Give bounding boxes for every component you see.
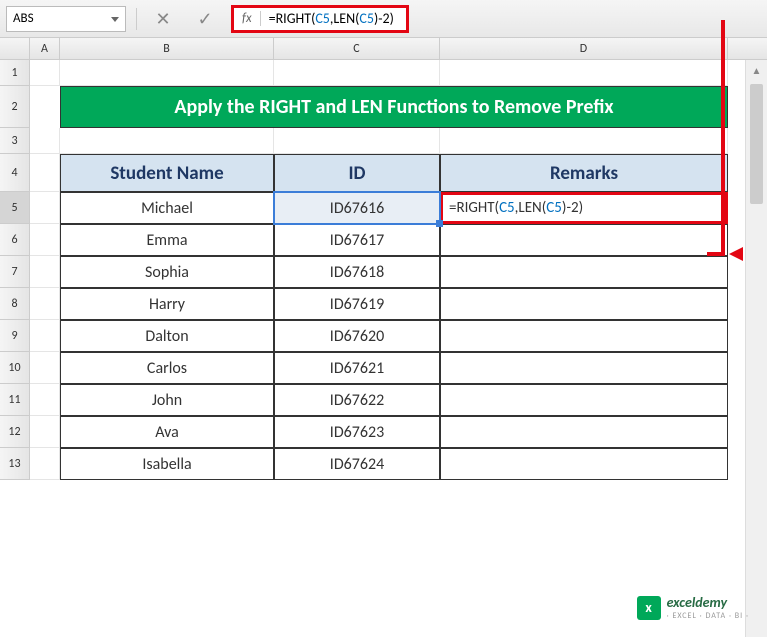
watermark-logo-icon: x — [637, 596, 661, 620]
cell-c1[interactable] — [274, 60, 440, 86]
toolbar-divider — [136, 8, 137, 30]
cell-a8[interactable] — [30, 288, 60, 320]
cell-b5[interactable]: Michael — [60, 192, 274, 224]
cell-b7[interactable]: Sophia — [60, 256, 274, 288]
cell-d13[interactable] — [440, 448, 728, 480]
row-header-8[interactable]: 8 — [0, 288, 30, 320]
cell-c5[interactable]: ID67616 — [274, 192, 440, 224]
cell-b11[interactable]: John — [60, 384, 274, 416]
callout-arrow-horizontal — [707, 252, 725, 256]
row-header-12[interactable]: 12 — [0, 416, 30, 448]
title-banner: Apply the RIGHT and LEN Functions to Rem… — [60, 86, 728, 128]
cell-d5-formula[interactable]: =RIGHT(C5,LEN(C5)-2) — [440, 192, 728, 224]
watermark: x exceldemy · EXCEL · DATA · BI · — [637, 594, 749, 621]
cell-c12[interactable]: ID67623 — [274, 416, 440, 448]
cell-c3[interactable] — [274, 128, 440, 154]
cell-a1[interactable] — [30, 60, 60, 86]
cell-a4[interactable] — [30, 154, 60, 192]
col-header-b[interactable]: B — [60, 38, 274, 59]
row-header-1[interactable]: 1 — [0, 60, 30, 86]
cell-b12[interactable]: Ava — [60, 416, 274, 448]
cell-a5[interactable] — [30, 192, 60, 224]
cell-c11[interactable]: ID67622 — [274, 384, 440, 416]
cell-a2[interactable] — [30, 86, 60, 128]
cell-c10[interactable]: ID67621 — [274, 352, 440, 384]
row-header-4[interactable]: 4 — [0, 154, 30, 192]
cell-a12[interactable] — [30, 416, 60, 448]
cell-b1[interactable] — [60, 60, 274, 86]
cell-c7[interactable]: ID67618 — [274, 256, 440, 288]
row-header-10[interactable]: 10 — [0, 352, 30, 384]
column-headers: A B C D — [0, 38, 767, 60]
cell-d3[interactable] — [440, 128, 728, 154]
fx-icon[interactable]: fx — [234, 11, 261, 26]
cancel-icon[interactable]: ✕ — [147, 6, 179, 32]
callout-arrow-head-icon — [729, 247, 743, 261]
cell-a7[interactable] — [30, 256, 60, 288]
cell-d8[interactable] — [440, 288, 728, 320]
cell-a10[interactable] — [30, 352, 60, 384]
scroll-thumb[interactable] — [750, 84, 763, 204]
row-header-9[interactable]: 9 — [0, 320, 30, 352]
cell-d1[interactable] — [440, 60, 728, 86]
cell-d10[interactable] — [440, 352, 728, 384]
col-header-a[interactable]: A — [30, 38, 60, 59]
scroll-up-icon[interactable]: ▲ — [746, 60, 767, 80]
cell-c9[interactable]: ID67620 — [274, 320, 440, 352]
enter-icon[interactable]: ✓ — [189, 6, 221, 32]
header-id[interactable]: ID — [274, 154, 440, 192]
formula-toolbar: ABS ✕ ✓ fx =RIGHT(C5,LEN(C5)-2) — [0, 0, 767, 38]
cell-c8[interactable]: ID67619 — [274, 288, 440, 320]
watermark-subtitle: · EXCEL · DATA · BI · — [667, 611, 749, 621]
cell-d11[interactable] — [440, 384, 728, 416]
row-header-5[interactable]: 5 — [0, 192, 30, 224]
vertical-scrollbar[interactable]: ▲ — [745, 60, 767, 637]
cell-d9[interactable] — [440, 320, 728, 352]
cell-d6[interactable] — [440, 224, 728, 256]
select-all-corner[interactable] — [0, 38, 30, 59]
cell-d7[interactable] — [440, 256, 728, 288]
header-student-name[interactable]: Student Name — [60, 154, 274, 192]
name-box[interactable]: ABS — [6, 6, 126, 32]
cell-c6[interactable]: ID67617 — [274, 224, 440, 256]
row-header-11[interactable]: 11 — [0, 384, 30, 416]
cell-d12[interactable] — [440, 416, 728, 448]
header-remarks[interactable]: Remarks — [440, 154, 728, 192]
row-header-6[interactable]: 6 — [0, 224, 30, 256]
watermark-title: exceldemy — [667, 594, 749, 611]
formula-bar-input[interactable]: =RIGHT(C5,LEN(C5)-2) — [261, 10, 402, 27]
cell-b13[interactable]: Isabella — [60, 448, 274, 480]
row-header-3[interactable]: 3 — [0, 128, 30, 154]
cell-a3[interactable] — [30, 128, 60, 154]
col-header-c[interactable]: C — [274, 38, 440, 59]
cell-b8[interactable]: Harry — [60, 288, 274, 320]
cell-a9[interactable] — [30, 320, 60, 352]
cell-b9[interactable]: Dalton — [60, 320, 274, 352]
cell-b3[interactable] — [60, 128, 274, 154]
cell-a11[interactable] — [30, 384, 60, 416]
spreadsheet-grid: 1 2 Apply the RIGHT and LEN Functions to… — [0, 60, 767, 480]
callout-arrow-vertical — [721, 20, 725, 255]
cell-c13[interactable]: ID67624 — [274, 448, 440, 480]
formula-bar-highlight: fx =RIGHT(C5,LEN(C5)-2) — [231, 5, 409, 33]
row-header-2[interactable]: 2 — [0, 86, 30, 128]
cell-b10[interactable]: Carlos — [60, 352, 274, 384]
cell-a6[interactable] — [30, 224, 60, 256]
cell-a13[interactable] — [30, 448, 60, 480]
row-header-7[interactable]: 7 — [0, 256, 30, 288]
col-header-d[interactable]: D — [440, 38, 728, 59]
cell-b6[interactable]: Emma — [60, 224, 274, 256]
row-header-13[interactable]: 13 — [0, 448, 30, 480]
